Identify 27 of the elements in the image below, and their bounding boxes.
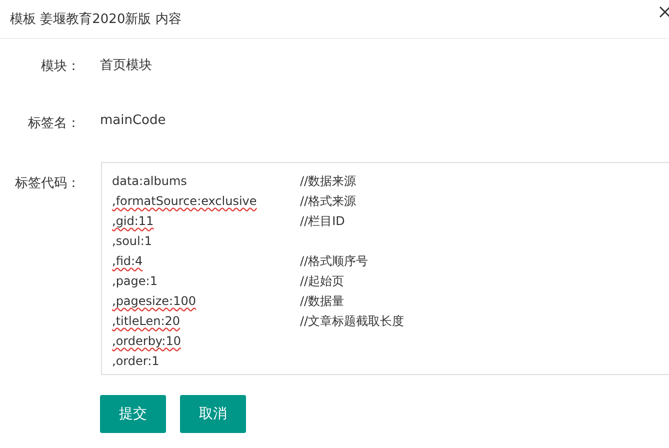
cancel-button[interactable]: 取消	[180, 395, 246, 433]
code-comment: //文章标题截取长度	[300, 312, 404, 330]
close-button[interactable]	[659, 6, 669, 18]
code-text: ,order:1	[112, 353, 160, 370]
field-label: 标签代码：	[14, 175, 80, 192]
field-label: 标签名：	[27, 115, 80, 132]
code-comment: //格式顺序号	[300, 252, 368, 270]
field-label: 模块：	[40, 58, 80, 75]
field-value: 首页模块	[100, 57, 152, 74]
code-text: ,fid:4	[112, 253, 144, 270]
field-value: mainCode	[100, 112, 166, 128]
code-text: ,gid:11	[112, 213, 155, 230]
code-text: ,formatSource:exclusive	[112, 193, 258, 210]
code-text: ,pagesize:100	[112, 293, 197, 310]
submit-button[interactable]: 提交	[100, 395, 166, 433]
code-comment: //数据量	[300, 292, 344, 310]
code-comment: //数据来源	[300, 172, 356, 190]
code-comment: //起始页	[300, 272, 344, 290]
code-text: ,page:1	[112, 273, 158, 290]
code-text: ,orderby:10	[112, 333, 182, 350]
window-title: 模板 姜堰教育2020新版 内容	[10, 10, 182, 28]
code-textarea[interactable]: data:albums //数据来源 ,formatSource:exclusive //格式来源 ,gid:11 //栏目ID ,soul:1 ,fid:4 //格式顺序号 ,page:1 //起始页 ,pagesize:100 //数据量 ,titleLen:20 //文章标题截取长度 ,orderby:10 ,order:1	[101, 162, 669, 375]
code-comment: //栏目ID	[300, 212, 345, 230]
code-text: data:albums	[112, 173, 188, 190]
code-comment: //格式来源	[300, 192, 356, 210]
code-text: ,titleLen:20	[112, 313, 182, 330]
code-text: ,soul:1	[112, 233, 154, 250]
